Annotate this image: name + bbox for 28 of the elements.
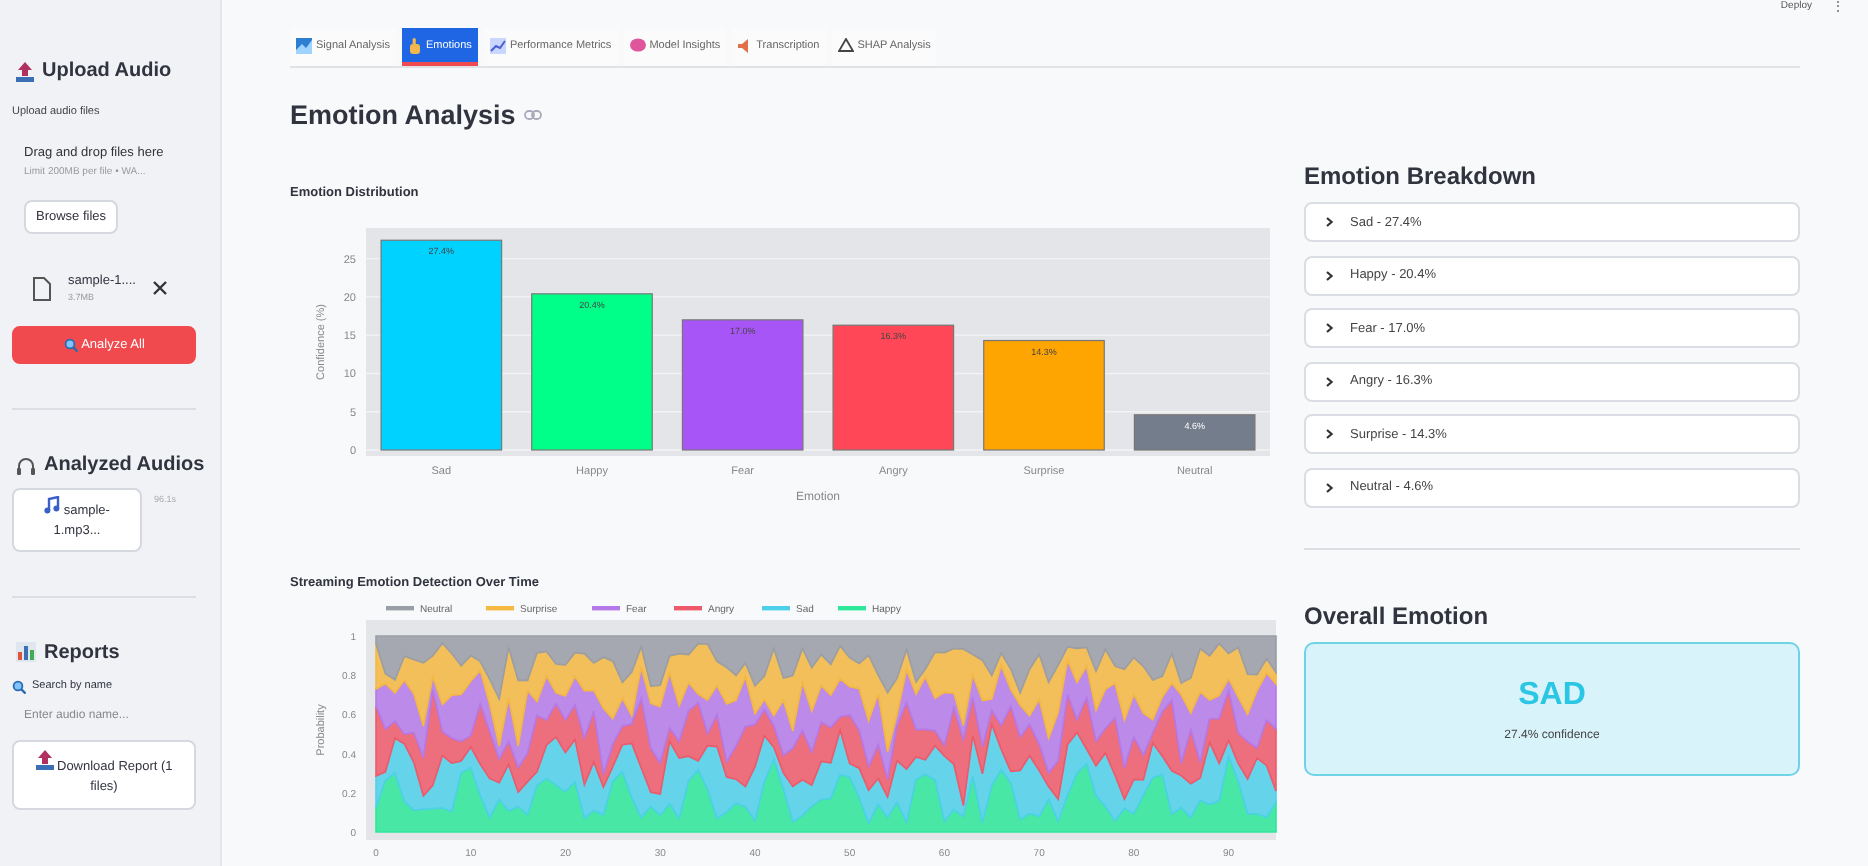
section-heading: Emotion Breakdown (1304, 162, 1539, 190)
chevron-icon (1324, 322, 1334, 334)
link-icon (523, 110, 542, 120)
headphones-icon (16, 455, 36, 475)
search-icon (12, 679, 26, 694)
chevron-icon (1324, 216, 1334, 228)
search-icon (63, 338, 78, 352)
line-chart-icon (489, 37, 506, 53)
music-note-icon (44, 496, 61, 514)
triangle-icon (837, 38, 854, 52)
section-heading: Upload Audio (42, 60, 172, 82)
hand-icon (408, 37, 422, 53)
file-icon (32, 275, 52, 301)
wave-chart-icon (296, 37, 312, 53)
speaker-icon (738, 37, 753, 53)
close-icon[interactable] (151, 280, 168, 296)
section-heading: Analyzed Audios (44, 454, 205, 476)
chevron-icon (1324, 428, 1334, 440)
chevron-icon (1324, 269, 1334, 281)
upload-icon (35, 749, 54, 770)
page-title: Emotion Analysis (290, 100, 516, 130)
emotion-result: SAD (1518, 677, 1586, 713)
chevron-icon (1324, 375, 1334, 387)
section-heading: Reports (44, 641, 120, 664)
bar-chart-icon (16, 642, 36, 663)
upload-icon (16, 61, 34, 81)
chevron-icon (1324, 481, 1334, 493)
section-heading: Overall Emotion (1304, 602, 1491, 630)
